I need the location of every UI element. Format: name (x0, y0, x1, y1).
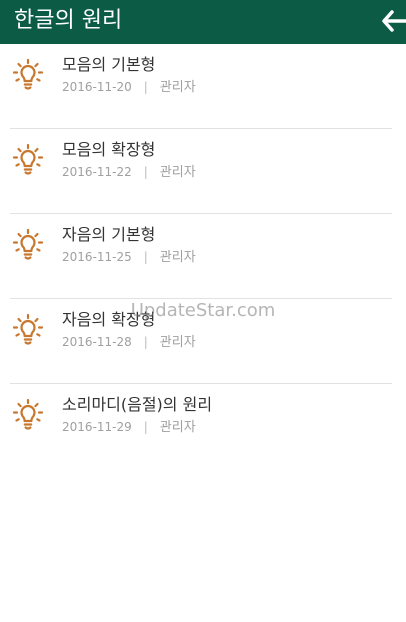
meta-separator: | (143, 250, 148, 264)
meta-separator: | (143, 80, 148, 94)
item-meta: 2016-11-20 | 관리자 (62, 79, 196, 96)
lightbulb-icon (12, 313, 44, 345)
item-date: 2016-11-25 (62, 250, 132, 264)
item-date: 2016-11-29 (62, 420, 132, 434)
item-author: 관리자 (159, 250, 196, 265)
item-title: 자음의 기본형 (62, 225, 156, 244)
item-date: 2016-11-20 (62, 80, 132, 94)
list-item[interactable]: 모음의 기본형 2016-11-20 | 관리자 (0, 44, 406, 129)
item-date: 2016-11-22 (62, 165, 132, 179)
item-title: 소리마디(음절)의 원리 (62, 395, 213, 414)
article-list: 모음의 기본형 2016-11-20 | 관리자 모음의 확장형 2016-11-2… (0, 44, 406, 469)
item-meta: 2016-11-28 | 관리자 (62, 334, 196, 351)
back-button[interactable] (380, 8, 406, 34)
item-title: 모음의 기본형 (62, 55, 156, 74)
list-item[interactable]: 모음의 확장형 2016-11-22 | 관리자 (0, 129, 406, 214)
list-item[interactable]: 자음의 확장형 2016-11-28 | 관리자 (0, 299, 406, 384)
meta-separator: | (143, 335, 148, 349)
lightbulb-icon (12, 228, 44, 260)
item-author: 관리자 (159, 420, 196, 435)
item-date: 2016-11-28 (62, 335, 132, 349)
lightbulb-icon (12, 58, 44, 90)
item-title: 모음의 확장형 (62, 140, 156, 159)
item-meta: 2016-11-25 | 관리자 (62, 249, 196, 266)
meta-separator: | (143, 420, 148, 434)
list-item[interactable]: 소리마디(음절)의 원리 2016-11-29 | 관리자 (0, 384, 406, 469)
item-author: 관리자 (159, 165, 196, 180)
item-meta: 2016-11-29 | 관리자 (62, 419, 196, 436)
lightbulb-icon (12, 398, 44, 430)
page-title: 한글의 원리 (14, 8, 123, 33)
app-header: 한글의 원리 (0, 0, 406, 44)
item-meta: 2016-11-22 | 관리자 (62, 164, 196, 181)
item-title: 자음의 확장형 (62, 310, 156, 329)
item-author: 관리자 (159, 335, 196, 350)
arrow-left-icon (382, 10, 406, 32)
item-author: 관리자 (159, 80, 196, 95)
lightbulb-icon (12, 143, 44, 175)
list-item[interactable]: 자음의 기본형 2016-11-25 | 관리자 (0, 214, 406, 299)
meta-separator: | (143, 165, 148, 179)
